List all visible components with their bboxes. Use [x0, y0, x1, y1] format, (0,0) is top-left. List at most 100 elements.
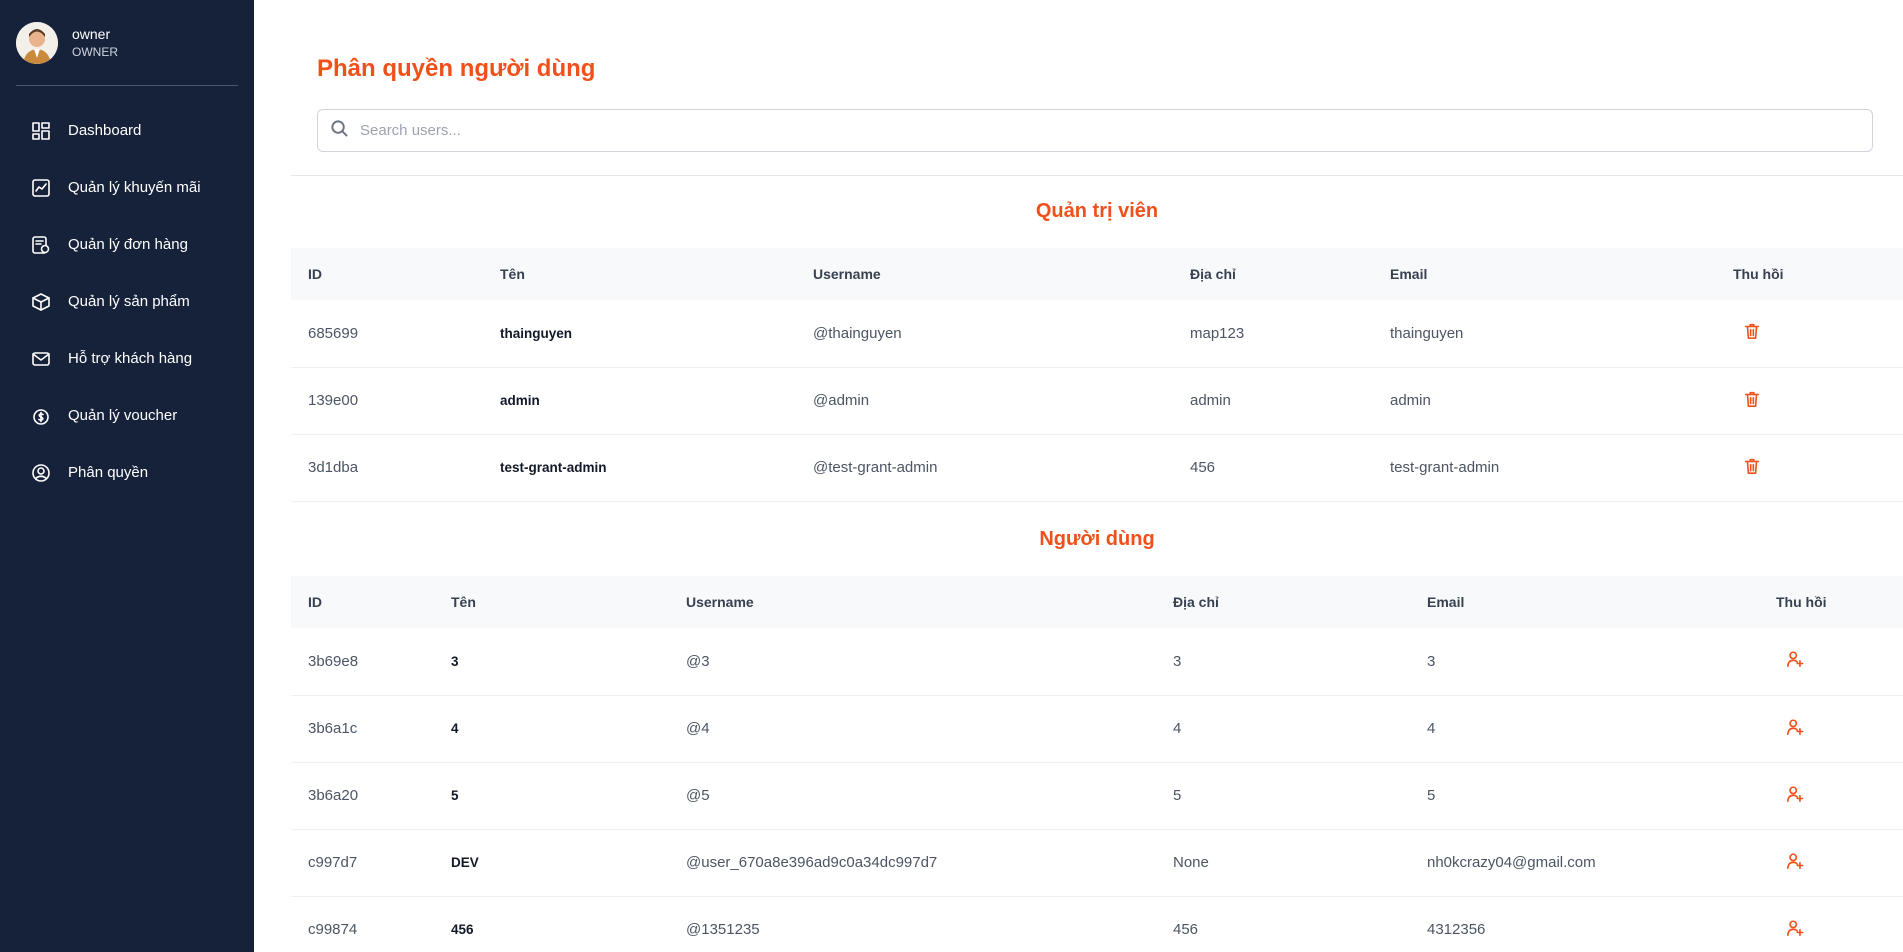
- table-row: c997d7 DEV @user_670a8e396ad9c0a34dc997d7 N…: [291, 829, 1903, 897]
- table-row: c99874 456 @1351235 456 4312356: [291, 896, 1903, 952]
- cell-email: 3: [1410, 628, 1759, 696]
- cell-username: @test-grant-admin: [796, 434, 1173, 502]
- cell-email: thainguyen: [1373, 300, 1716, 368]
- search-input[interactable]: [360, 122, 1760, 139]
- cell-username: @3: [669, 628, 1156, 696]
- cell-email: 4: [1410, 695, 1759, 763]
- cell-id: 3d1dba: [291, 434, 483, 502]
- col-header-username: Username: [813, 266, 881, 282]
- chart-line-icon: [31, 178, 51, 198]
- trash-icon[interactable]: [1743, 457, 1763, 477]
- order-icon: [31, 235, 51, 255]
- sidebar-item-label: Quản lý khuyến mãi: [68, 179, 201, 196]
- sidebar: owner OWNER Dashboard Quản lý khuyến mãi: [0, 0, 254, 952]
- cell-name: 3: [434, 628, 669, 696]
- table-row: 3d1dba test-grant-admin @test-grant-admin 4…: [291, 434, 1903, 502]
- col-header-email: Email: [1390, 266, 1428, 282]
- users-section-title: Người dùng: [1039, 528, 1155, 550]
- table-header-row: ID Tên Username Địa chỉ Email Thu hồi: [291, 576, 1903, 628]
- cell-action: [1716, 367, 1903, 435]
- col-header-address: Địa chỉ: [1173, 594, 1219, 610]
- table-row: 3b6a1c 4 @4 4 4: [291, 695, 1903, 763]
- col-header-email: Email: [1427, 594, 1465, 610]
- cell-id: 685699: [291, 300, 483, 368]
- cell-name: 5: [434, 762, 669, 830]
- user-plus-icon[interactable]: [1786, 785, 1806, 805]
- cell-address: 4: [1156, 695, 1410, 763]
- mail-icon: [31, 349, 51, 369]
- cell-username: @1351235: [669, 896, 1156, 952]
- cell-action: [1759, 896, 1903, 952]
- sidebar-item-products[interactable]: Quản lý sản phẩm: [0, 273, 254, 330]
- avatar: [16, 21, 58, 64]
- admins-section-title: Quản trị viên: [1035, 200, 1159, 222]
- user-circle-icon: [31, 463, 51, 483]
- sidebar-item-label: Hỗ trợ khách hàng: [68, 350, 193, 367]
- cell-action: [1759, 628, 1903, 696]
- cell-address: 3: [1156, 628, 1410, 696]
- cell-name: 4: [434, 695, 669, 763]
- cell-email: 5: [1410, 762, 1759, 830]
- users-table: ID Tên Username Địa chỉ Email Thu hồi 3b…: [291, 576, 1903, 952]
- cell-username: @admin: [796, 367, 1173, 435]
- user-profile[interactable]: owner OWNER: [16, 0, 238, 86]
- cell-username: @5: [669, 762, 1156, 830]
- cell-action: [1716, 434, 1903, 502]
- sidebar-item-label: Dashboard: [68, 122, 142, 139]
- cell-name: test-grant-admin: [483, 434, 796, 502]
- user-plus-icon[interactable]: [1786, 718, 1806, 738]
- admins-table: ID Tên Username Địa chỉ Email Thu hồi 68…: [291, 248, 1903, 502]
- sidebar-item-support[interactable]: Hỗ trợ khách hàng: [0, 330, 254, 387]
- sidebar-item-label: Quản lý đơn hàng: [68, 236, 188, 253]
- sidebar-item-label: Quản lý voucher: [68, 407, 178, 424]
- user-plus-icon[interactable]: [1786, 852, 1806, 872]
- sidebar-item-vouchers[interactable]: Quản lý voucher: [0, 387, 254, 444]
- sidebar-item-permissions[interactable]: Phân quyền: [0, 444, 254, 501]
- col-header-username: Username: [686, 594, 754, 610]
- cell-name: DEV: [434, 829, 669, 897]
- profile-name: owner: [72, 26, 111, 42]
- col-header-grant: Thu hồi: [1776, 594, 1827, 610]
- search-icon: [330, 119, 349, 143]
- search-bar[interactable]: [317, 109, 1873, 152]
- cell-action: [1759, 829, 1903, 897]
- cell-name: admin: [483, 367, 796, 435]
- col-header-name: Tên: [451, 594, 476, 610]
- cell-email: 4312356: [1410, 896, 1759, 952]
- page-title: Phân quyền người dùng: [317, 55, 596, 82]
- divider: [291, 175, 1903, 176]
- table-row: 139e00 admin @admin admin admin: [291, 367, 1903, 435]
- sidebar-item-dashboard[interactable]: Dashboard: [0, 102, 254, 159]
- cell-email: admin: [1373, 367, 1716, 435]
- cell-address: None: [1156, 829, 1410, 897]
- cell-action: [1759, 762, 1903, 830]
- box-icon: [31, 292, 51, 312]
- cell-id: c99874: [291, 896, 434, 952]
- cell-id: c997d7: [291, 829, 434, 897]
- cell-action: [1716, 300, 1903, 368]
- cell-address: 456: [1156, 896, 1410, 952]
- cell-email: test-grant-admin: [1373, 434, 1716, 502]
- user-plus-icon[interactable]: [1786, 650, 1806, 670]
- cell-username: @4: [669, 695, 1156, 763]
- cell-address: map123: [1173, 300, 1373, 368]
- trash-icon[interactable]: [1743, 390, 1763, 410]
- col-header-name: Tên: [500, 266, 525, 282]
- table-row: 3b6a20 5 @5 5 5: [291, 762, 1903, 830]
- sidebar-item-orders[interactable]: Quản lý đơn hàng: [0, 216, 254, 273]
- trash-icon[interactable]: [1743, 322, 1763, 342]
- table-row: 685699 thainguyen @thainguyen map123 thaingu…: [291, 300, 1903, 368]
- cell-email: nh0kcrazy04@gmail.com: [1410, 829, 1759, 897]
- cell-id: 3b6a1c: [291, 695, 434, 763]
- cell-id: 139e00: [291, 367, 483, 435]
- sidebar-item-label: Quản lý sản phẩm: [68, 293, 190, 310]
- profile-role: OWNER: [72, 45, 118, 59]
- col-header-id: ID: [308, 266, 322, 282]
- cell-username: @thainguyen: [796, 300, 1173, 368]
- user-plus-icon[interactable]: [1786, 919, 1806, 939]
- sidebar-nav: Dashboard Quản lý khuyến mãi Quản lý đơn…: [0, 86, 254, 501]
- cell-id: 3b69e8: [291, 628, 434, 696]
- sidebar-item-promotions[interactable]: Quản lý khuyến mãi: [0, 159, 254, 216]
- table-header-row: ID Tên Username Địa chỉ Email Thu hồi: [291, 248, 1903, 300]
- cell-address: 456: [1173, 434, 1373, 502]
